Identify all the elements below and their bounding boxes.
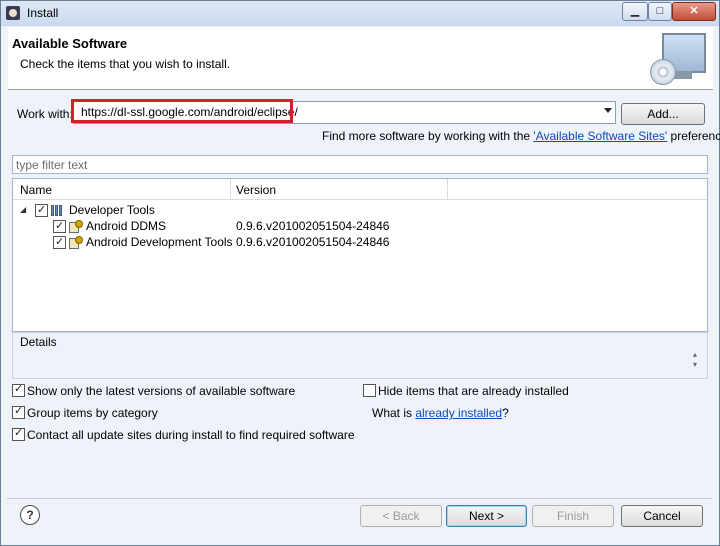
plugin-icon xyxy=(68,235,83,249)
group-by-category-checkbox[interactable] xyxy=(12,404,25,419)
show-latest-label[interactable]: Show only the latest versions of availab… xyxy=(27,384,295,398)
hide-installed-label[interactable]: Hide items that are already installed xyxy=(378,384,569,398)
item-checkbox[interactable] xyxy=(53,234,66,250)
hint-prefix: Find more software by working with the xyxy=(322,129,534,143)
finish-button[interactable]: Finish xyxy=(532,505,614,527)
item-name: Android Development Tools xyxy=(86,235,233,249)
title-bar[interactable]: Install ▁ □ ✕ xyxy=(1,1,719,26)
category-checkbox[interactable] xyxy=(35,202,48,218)
details-scroll-up-icon[interactable]: ▴ xyxy=(693,351,697,359)
group-by-category-label[interactable]: Group items by category xyxy=(27,406,158,420)
item-checkbox[interactable] xyxy=(53,218,66,234)
plugin-icon xyxy=(68,219,83,233)
add-site-button[interactable]: Add... xyxy=(621,103,705,125)
minimize-button[interactable]: ▁ xyxy=(622,2,648,21)
tree-row-item[interactable]: Android Development Tools 0.9.6.v2010020… xyxy=(13,234,703,250)
already-installed-text: What is already installed? xyxy=(372,406,509,420)
item-version: 0.9.6.v201002051504-24846 xyxy=(236,219,390,233)
tree-row-item[interactable]: Android DDMS 0.9.6.v201002051504-24846 xyxy=(13,218,703,234)
software-tree: Name Version ◢ Developer Tools Android D… xyxy=(12,178,708,332)
available-software-sites-link[interactable]: 'Available Software Sites' xyxy=(533,129,667,143)
tree-row-category[interactable]: ◢ Developer Tools xyxy=(13,202,703,218)
expand-arrow-icon[interactable]: ◢ xyxy=(20,202,26,218)
page-description: Check the items that you wish to install… xyxy=(20,57,231,71)
already-installed-suffix: ? xyxy=(502,406,509,420)
category-name: Developer Tools xyxy=(69,203,155,217)
details-scroll-down-icon[interactable]: ▾ xyxy=(693,361,697,369)
filter-input[interactable] xyxy=(13,156,699,173)
available-sites-hint: Find more software by working with the '… xyxy=(322,129,720,143)
page-title: Available Software xyxy=(12,36,128,51)
maximize-button[interactable]: □ xyxy=(648,2,672,21)
contact-sites-checkbox[interactable] xyxy=(12,426,25,441)
contact-sites-label[interactable]: Contact all update sites during install … xyxy=(27,428,355,442)
install-monitor-icon xyxy=(648,31,706,85)
show-latest-checkbox[interactable] xyxy=(12,382,25,397)
already-installed-link[interactable]: already installed xyxy=(415,406,502,420)
close-button[interactable]: ✕ xyxy=(672,2,716,21)
category-icon xyxy=(51,205,67,216)
hint-suffix: preferences. xyxy=(670,129,720,143)
back-button[interactable]: < Back xyxy=(360,505,442,527)
item-version: 0.9.6.v201002051504-24846 xyxy=(236,235,390,249)
column-header-name[interactable]: Name xyxy=(20,183,52,197)
url-highlight-box xyxy=(71,99,293,123)
hide-installed-checkbox[interactable] xyxy=(363,384,376,397)
item-name: Android DDMS xyxy=(86,219,167,233)
work-with-label: Work with: xyxy=(17,107,73,121)
details-label: Details xyxy=(20,335,57,349)
already-installed-prefix: What is xyxy=(372,406,416,420)
footer-divider xyxy=(7,498,712,499)
filter-field[interactable] xyxy=(12,155,708,174)
column-header-version[interactable]: Version xyxy=(236,183,276,197)
wizard-header: Available Software Check the items that … xyxy=(8,27,713,90)
next-button[interactable]: Next > xyxy=(446,505,527,527)
eclipse-app-icon xyxy=(6,6,20,20)
combo-dropdown-arrow-icon[interactable] xyxy=(604,108,612,113)
help-icon[interactable]: ? xyxy=(20,505,40,525)
tree-header: Name Version xyxy=(13,179,707,200)
cancel-button[interactable]: Cancel xyxy=(621,505,703,527)
details-group: Details ▴ ▾ xyxy=(12,332,708,379)
window-title: Install xyxy=(27,6,59,20)
